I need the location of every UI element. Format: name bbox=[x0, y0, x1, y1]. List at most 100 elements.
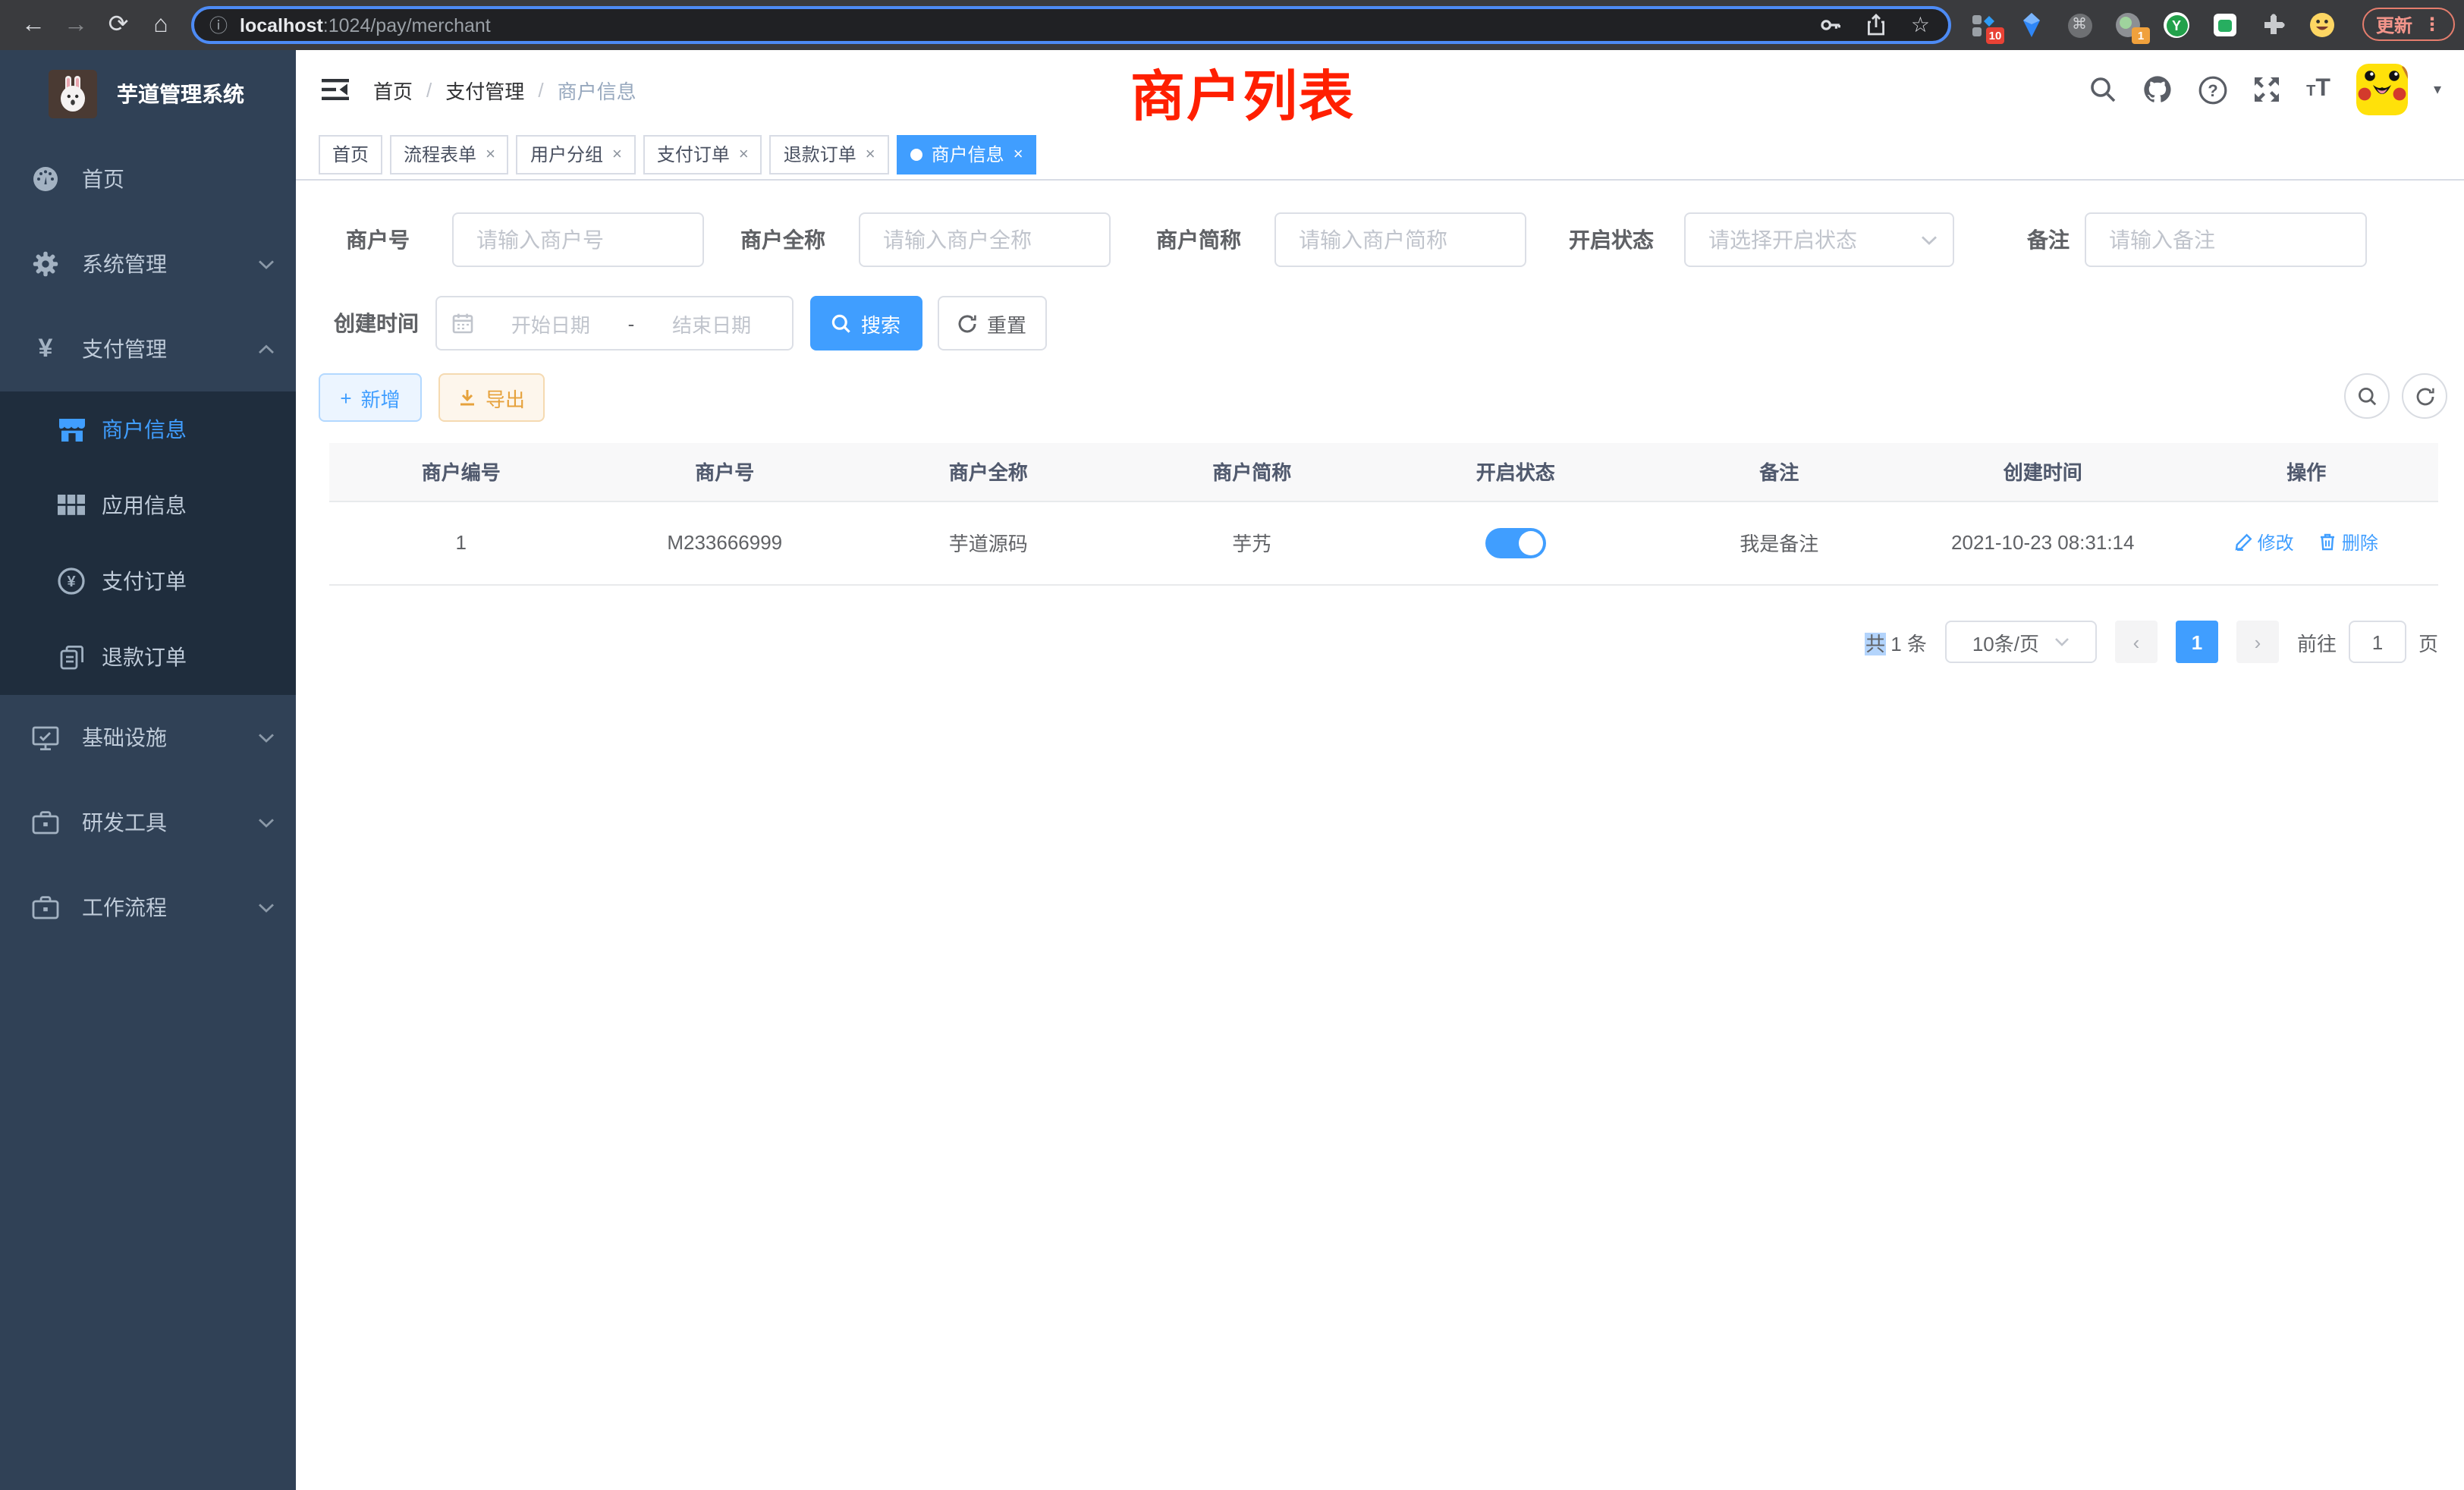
search-button[interactable]: 搜索 bbox=[810, 296, 922, 350]
sidebar-item-pay[interactable]: ¥ 支付管理 bbox=[0, 306, 296, 391]
chevron-down-icon bbox=[258, 902, 275, 913]
toggle-search-button[interactable] bbox=[2344, 373, 2390, 419]
yen-circle-icon: ¥ bbox=[56, 567, 86, 595]
proxy-extension-icon[interactable]: 1 bbox=[2115, 12, 2141, 38]
short-name-label: 商户简称 bbox=[1135, 212, 1241, 267]
full-name-label: 商户全称 bbox=[719, 212, 825, 267]
active-tab-dot bbox=[910, 148, 922, 160]
breadcrumb-pay[interactable]: 支付管理 bbox=[445, 75, 524, 104]
fullscreen-icon[interactable] bbox=[2253, 76, 2280, 103]
full-name-input[interactable] bbox=[859, 212, 1111, 267]
browser-menu-icon[interactable]: ⋮ bbox=[2423, 14, 2441, 35]
col-create-time: 创建时间 bbox=[1911, 443, 2175, 501]
date-separator: - bbox=[628, 312, 635, 335]
sidebar-fold-icon[interactable] bbox=[322, 77, 349, 102]
end-date-placeholder[interactable]: 结束日期 bbox=[646, 309, 777, 338]
close-icon[interactable]: × bbox=[739, 145, 749, 163]
browser-back-icon[interactable]: ← bbox=[12, 0, 55, 50]
close-icon[interactable]: × bbox=[1014, 145, 1023, 163]
sidebar-logo[interactable]: 芋道管理系统 bbox=[0, 50, 296, 137]
sidebar-item-pay-order[interactable]: ¥ 支付订单 bbox=[0, 543, 296, 619]
status-toggle[interactable] bbox=[1485, 527, 1546, 558]
user-avatar[interactable] bbox=[2356, 64, 2408, 115]
download-icon bbox=[458, 388, 476, 407]
sidebar-item-workflow[interactable]: 工作流程 bbox=[0, 865, 296, 950]
sidebar: 芋道管理系统 首页 bbox=[0, 50, 296, 1490]
tab-refund-order[interactable]: 退款订单 × bbox=[770, 134, 889, 174]
command-extension-icon[interactable]: ⌘ bbox=[2066, 12, 2092, 38]
merchant-no-input[interactable] bbox=[452, 212, 704, 267]
goto-page-input[interactable] bbox=[2349, 621, 2406, 663]
plus-icon: + bbox=[340, 386, 351, 409]
tab-home[interactable]: 首页 bbox=[319, 134, 382, 174]
font-size-icon[interactable]: TT bbox=[2306, 76, 2330, 103]
close-icon[interactable]: × bbox=[866, 145, 875, 163]
sidebar-item-refund-order[interactable]: 退款订单 bbox=[0, 619, 296, 695]
share-icon[interactable] bbox=[1867, 14, 1887, 36]
status-select[interactable]: 请选择开启状态 bbox=[1684, 212, 1954, 267]
browser-home-icon[interactable]: ⌂ bbox=[140, 0, 182, 50]
emoji-profile-icon[interactable] bbox=[2309, 12, 2335, 38]
tiles-extension-badge: 10 bbox=[1986, 27, 2004, 44]
tab-process-form[interactable]: 流程表单 × bbox=[390, 134, 509, 174]
avatar-caret-icon[interactable]: ▾ bbox=[2434, 81, 2441, 98]
reset-button[interactable]: 重置 bbox=[938, 296, 1047, 350]
tab-merchant-info[interactable]: 商户信息 × bbox=[897, 134, 1037, 174]
puzzle-extensions-icon[interactable] bbox=[2261, 12, 2286, 38]
add-button[interactable]: + 新增 bbox=[319, 373, 422, 422]
close-icon[interactable]: × bbox=[612, 145, 622, 163]
browser-update-button[interactable]: 更新 ⋮ bbox=[2362, 8, 2455, 41]
close-icon[interactable]: × bbox=[486, 145, 495, 163]
proxy-extension-badge: 1 bbox=[2132, 27, 2150, 44]
password-key-icon[interactable] bbox=[1820, 14, 1843, 36]
github-icon[interactable] bbox=[2142, 74, 2173, 105]
col-remark: 备注 bbox=[1648, 443, 1912, 501]
help-icon[interactable]: ? bbox=[2198, 75, 2227, 104]
sidebar-item-merchant-info[interactable]: 商户信息 bbox=[0, 391, 296, 467]
chat-extension-icon[interactable] bbox=[2212, 12, 2238, 38]
browser-reload-icon[interactable]: ⟳ bbox=[97, 0, 140, 50]
chevron-down-icon bbox=[258, 259, 275, 269]
blue-gem-extension-icon[interactable] bbox=[2018, 12, 2044, 38]
y-extension-icon[interactable]: Y bbox=[2164, 12, 2189, 38]
search-icon[interactable] bbox=[2089, 76, 2117, 103]
browser-forward-icon[interactable]: → bbox=[55, 0, 97, 50]
prev-page-button[interactable]: ‹ bbox=[2115, 621, 2158, 663]
breadcrumb-home[interactable]: 首页 bbox=[373, 75, 413, 104]
sidebar-item-infra[interactable]: 基础设施 bbox=[0, 695, 296, 780]
page-size-select[interactable]: 10条/页 bbox=[1945, 621, 2097, 663]
status-label: 开启状态 bbox=[1548, 212, 1654, 267]
short-name-input[interactable] bbox=[1274, 212, 1526, 267]
tab-pay-order[interactable]: 支付订单 × bbox=[643, 134, 762, 174]
next-page-button[interactable]: › bbox=[2236, 621, 2279, 663]
create-time-range-picker[interactable]: 开始日期 - 结束日期 bbox=[435, 296, 794, 350]
tab-user-group[interactable]: 用户分组 × bbox=[517, 134, 636, 174]
chevron-down-icon bbox=[258, 732, 275, 743]
screen: ← → ⟳ ⌂ ⓘ localhost :1024/pay/merchant ☆ bbox=[0, 0, 2464, 1490]
top-navbar: 首页 / 支付管理 / 商户信息 商户列表 bbox=[296, 50, 2464, 129]
sidebar-item-label: 基础设施 bbox=[82, 722, 167, 753]
sidebar-item-home[interactable]: 首页 bbox=[0, 137, 296, 222]
document-copy-icon bbox=[56, 644, 86, 670]
sidebar-item-app-info[interactable]: 应用信息 bbox=[0, 467, 296, 543]
remark-input[interactable] bbox=[2085, 212, 2367, 267]
sidebar-item-devtools[interactable]: 研发工具 bbox=[0, 780, 296, 865]
delete-link[interactable]: 删除 bbox=[2319, 530, 2378, 555]
grid-icon bbox=[56, 495, 86, 516]
col-merchant-id: 商户编号 bbox=[329, 443, 593, 501]
tiles-extension-icon[interactable]: 10 bbox=[1969, 12, 1995, 38]
start-date-placeholder[interactable]: 开始日期 bbox=[486, 309, 616, 338]
col-short-name: 商户简称 bbox=[1120, 443, 1384, 501]
refresh-button[interactable] bbox=[2402, 373, 2447, 419]
address-bar[interactable]: ⓘ localhost :1024/pay/merchant ☆ bbox=[191, 6, 1951, 44]
site-info-icon[interactable]: ⓘ bbox=[209, 12, 228, 38]
storefront-icon bbox=[56, 417, 86, 442]
export-button[interactable]: 导出 bbox=[438, 373, 545, 422]
edit-link[interactable]: 修改 bbox=[2235, 530, 2294, 555]
sidebar-item-system[interactable]: 系统管理 bbox=[0, 222, 296, 306]
sidebar-item-label: 首页 bbox=[82, 164, 124, 194]
page-1-button[interactable]: 1 bbox=[2176, 621, 2218, 663]
toolbox-icon bbox=[30, 810, 61, 835]
col-merchant-no: 商户号 bbox=[593, 443, 857, 501]
bookmark-star-icon[interactable]: ☆ bbox=[1911, 12, 1930, 38]
